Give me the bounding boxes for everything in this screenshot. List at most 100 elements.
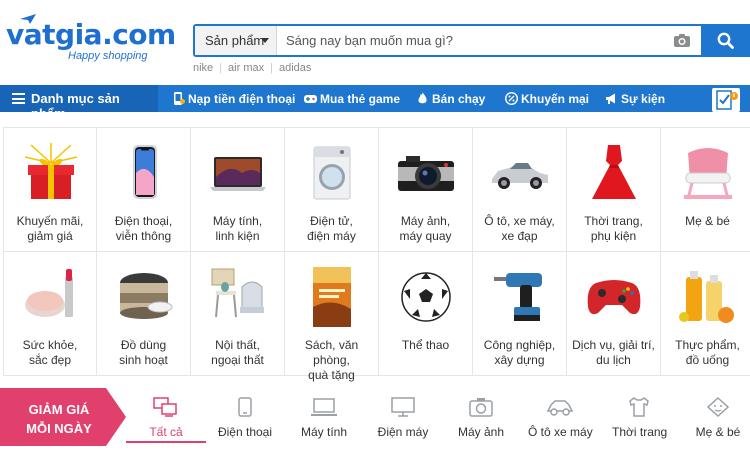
tab-label: Mẹ & bé — [695, 425, 741, 439]
tab-mom-baby[interactable]: Mẹ & bé — [694, 397, 742, 447]
nav-item-game-card[interactable]: Mua thẻ game — [304, 85, 400, 112]
category-tile[interactable]: Sức khỏe, sắc đẹp — [3, 252, 97, 376]
tab-label: Điện máy — [377, 425, 429, 439]
category-tile[interactable]: Khuyến mãi, giảm giá — [3, 128, 97, 252]
camera-product-icon — [398, 156, 454, 191]
tab-electronics[interactable]: Điện máy — [376, 397, 430, 447]
divider: | — [270, 62, 273, 74]
category-label: Thể thao — [401, 338, 450, 352]
nav-item-phone-topup[interactable]: Nạp tiền điện thoại — [172, 85, 295, 112]
category-tile[interactable]: Điện thoại, viễn thông — [97, 128, 191, 252]
category-label: quà tặng — [308, 368, 355, 382]
tab-label: Điện thoại — [217, 425, 273, 439]
category-label: ngoại thất — [211, 353, 264, 367]
megaphone-icon — [606, 93, 615, 104]
phone-topup-icon — [174, 92, 185, 105]
category-tile[interactable]: Thời trang, phụ kiện — [567, 128, 661, 252]
search-button[interactable] — [701, 24, 750, 57]
car-outline-icon — [546, 400, 574, 416]
cosmetics-icon — [25, 269, 73, 317]
active-tab-indicator — [126, 441, 206, 443]
category-tile[interactable]: Máy tính, linh kiện — [191, 128, 285, 252]
category-tile[interactable]: Đồ dùng sinh hoạt — [97, 252, 191, 376]
hot-keyword[interactable]: adidas — [279, 62, 311, 74]
category-label: linh kiện — [215, 229, 260, 243]
tab-fashion[interactable]: Thời trang — [612, 397, 667, 447]
tab-label: Máy tính — [300, 425, 348, 439]
nav-item-label: Mua thẻ game — [320, 92, 401, 106]
tab-vehicles[interactable]: Ô tô xe máy — [528, 397, 593, 447]
tab-camera[interactable]: Máy ảnh — [456, 397, 506, 447]
search-category-select[interactable]: Sản phẩm — [195, 26, 277, 55]
category-menu-button[interactable]: Danh mục sản phẩm — [0, 85, 158, 121]
site-header: vatgia.com Happy shopping Sản phẩm nike |… — [0, 0, 750, 85]
category-label: đồ uống — [685, 353, 730, 367]
gamepad-icon — [587, 280, 641, 315]
site-logo[interactable]: vatgia.com Happy shopping — [6, 14, 176, 64]
category-tile[interactable]: Dịch vụ, giải trí, du lịch — [567, 252, 661, 376]
phone-outline-icon — [238, 397, 252, 417]
nav-item-promotion[interactable]: Khuyến mại — [505, 85, 589, 112]
washing-machine-icon — [313, 146, 351, 200]
search-input[interactable] — [278, 26, 666, 55]
category-label: Khuyến mãi, — [16, 214, 84, 228]
category-label: phụ kiện — [590, 229, 637, 243]
category-label: Điện tử, — [310, 214, 353, 228]
category-tile[interactable]: Thực phẩm, đồ uống — [661, 252, 750, 376]
category-tile[interactable]: Công nghiệp, xây dựng — [473, 252, 567, 376]
category-label: máy quay — [399, 229, 452, 243]
category-label: sinh hoạt — [119, 353, 168, 367]
category-tile[interactable]: Mẹ & bé — [661, 128, 750, 252]
category-label: Đồ dùng — [120, 338, 167, 352]
category-grid: Khuyến mãi, giảm giá Điện thoại, viễn thôn… — [3, 127, 750, 382]
tab-label: Máy ảnh — [457, 425, 505, 439]
category-label: điện máy — [307, 229, 356, 243]
checklist-button[interactable] — [712, 88, 740, 112]
category-label: xây dựng — [494, 353, 545, 367]
divider: | — [219, 62, 223, 74]
gift-box-icon — [24, 143, 78, 199]
category-label: Dịch vụ, giải trí, — [572, 338, 655, 352]
tab-phone[interactable]: Điện thoại — [214, 397, 276, 447]
furniture-icon — [211, 268, 264, 318]
tab-all[interactable]: Tất cả — [137, 397, 195, 447]
tab-label: Tất cả — [149, 425, 183, 439]
hot-keyword[interactable]: air max — [228, 62, 264, 74]
nav-item-events[interactable]: Sự kiện — [605, 85, 665, 112]
daily-deal-badge[interactable]: GIẢM GIÁ MỖI NGÀY — [14, 400, 104, 438]
category-tile[interactable]: Sách, văn phòng, quà tặng — [285, 252, 379, 382]
tab-computer[interactable]: Máy tính — [296, 397, 352, 447]
category-label: Mẹ & bé — [685, 214, 730, 228]
search-category-label: Sản phẩm — [205, 33, 265, 48]
hot-keyword[interactable]: nike — [193, 62, 213, 74]
all-monitors-icon — [153, 397, 177, 417]
category-tile[interactable]: Điện tử, điện máy — [285, 128, 379, 252]
daily-deal-subtitle: MỖI NGÀY — [26, 421, 92, 436]
tv-outline-icon — [391, 397, 415, 417]
drill-icon — [494, 273, 542, 321]
category-tile[interactable]: Thể thao — [379, 252, 473, 376]
smartphone-icon — [133, 145, 157, 199]
rice-cooker-icon — [120, 273, 173, 319]
category-label: Sách, văn phòng, — [304, 338, 359, 367]
caret-down-icon — [261, 38, 269, 43]
laptop-icon — [210, 157, 266, 191]
nav-item-best-seller[interactable]: Bán chạy — [416, 85, 485, 112]
percent-icon — [505, 92, 518, 105]
game-card-icon — [304, 95, 317, 103]
soccer-ball-icon — [401, 272, 451, 322]
camera-outline-icon — [469, 398, 493, 417]
category-tile[interactable]: Ô tô, xe máy, xe đạp — [473, 128, 567, 252]
laptop-outline-icon — [311, 398, 337, 416]
camera-icon[interactable] — [673, 33, 691, 48]
category-tile[interactable]: Máy ảnh, máy quay — [379, 128, 473, 252]
category-label: Công nghiệp, — [483, 338, 556, 352]
category-label: giảm giá — [27, 229, 73, 243]
tab-label: Ô tô xe máy — [528, 425, 593, 439]
juice-icon — [679, 271, 734, 323]
category-tile[interactable]: Nội thất, ngoại thất — [191, 252, 285, 376]
category-label: xe đạp — [501, 229, 538, 243]
logo-tagline: Happy shopping — [68, 50, 148, 62]
logo-text: vatgia.com — [6, 18, 176, 51]
category-label: Ô tô, xe máy, — [484, 214, 555, 228]
